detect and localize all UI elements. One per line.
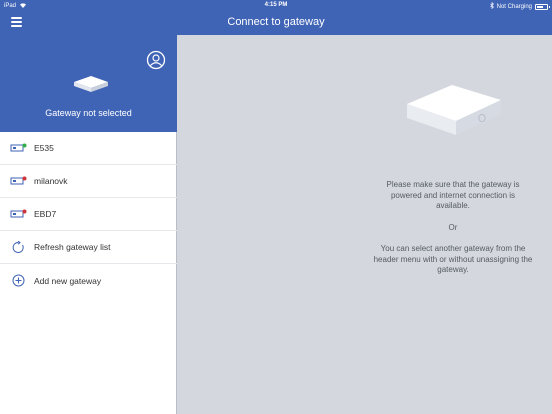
status-bar: iPad 4:15 PM Not Charging bbox=[0, 0, 552, 11]
main-panel: Please make sure that the gateway is pow… bbox=[178, 35, 552, 414]
gateway-device-image bbox=[404, 80, 504, 138]
gateway-item-milanovk[interactable]: milanovk bbox=[0, 165, 177, 198]
gateway-help-message: Please make sure that the gateway is pow… bbox=[386, 180, 520, 210]
gateway-item-label: milanovk bbox=[34, 176, 68, 186]
plus-circle-icon bbox=[10, 274, 27, 287]
refresh-label: Refresh gateway list bbox=[34, 242, 111, 252]
add-gateway-label: Add new gateway bbox=[34, 275, 102, 286]
gateway-status-label: Gateway not selected bbox=[45, 108, 132, 118]
gateway-device-icon bbox=[72, 73, 110, 95]
gateway-item-label: EBD7 bbox=[34, 209, 57, 219]
or-separator: Or bbox=[448, 223, 458, 232]
status-time: 4:15 PM bbox=[264, 2, 288, 8]
gateway-header: Gateway not selected bbox=[0, 35, 177, 132]
bluetooth-icon bbox=[489, 1, 494, 11]
user-circle-icon[interactable] bbox=[146, 50, 166, 70]
refresh-gateway-list-button[interactable]: Refresh gateway list bbox=[0, 231, 177, 264]
alternative-help-message: You can select another gateway from the … bbox=[373, 244, 533, 274]
gateway-item-e535[interactable]: E535 bbox=[0, 132, 177, 165]
gateway-red-icon bbox=[10, 175, 27, 187]
charging-status: Not Charging bbox=[496, 3, 532, 10]
gateway-red-icon bbox=[10, 208, 27, 220]
sidebar: Gateway not selected E535 milanovk EBD7 … bbox=[0, 35, 177, 414]
gateway-list: E535 milanovk EBD7 Refresh gateway list … bbox=[0, 132, 177, 297]
add-new-gateway-button[interactable]: Add new gateway bbox=[0, 264, 177, 297]
gateway-green-icon bbox=[10, 142, 27, 154]
nav-bar: Connect to gateway bbox=[0, 11, 552, 35]
page-title: Connect to gateway bbox=[227, 16, 325, 28]
refresh-icon bbox=[10, 240, 27, 253]
status-right: Not Charging bbox=[489, 1, 550, 11]
gateway-item-ebd7[interactable]: EBD7 bbox=[0, 198, 177, 231]
gateway-item-label: E535 bbox=[34, 143, 54, 153]
battery-icon bbox=[535, 3, 550, 10]
